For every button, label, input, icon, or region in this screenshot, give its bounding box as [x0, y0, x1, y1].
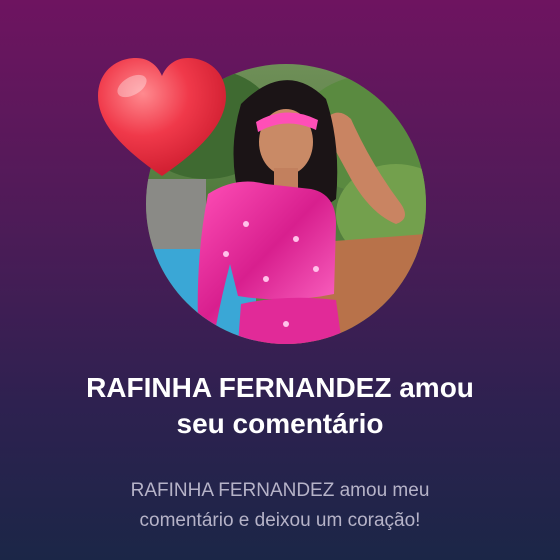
- message-line-2: comentário e deixou um coração!: [139, 510, 421, 531]
- notification-message: RAFINHA FERNANDEZ amou meu comentário e …: [60, 476, 500, 536]
- title-line-2: seu comentário: [176, 408, 384, 439]
- title-action: amou: [399, 372, 474, 403]
- notification-title: RAFINHA FERNANDEZ amou seu comentário: [20, 370, 540, 442]
- user-name[interactable]: RAFINHA FERNANDEZ: [86, 372, 391, 403]
- message-line-1: RAFINHA FERNANDEZ amou meu: [130, 480, 430, 501]
- heart-icon: [98, 58, 226, 176]
